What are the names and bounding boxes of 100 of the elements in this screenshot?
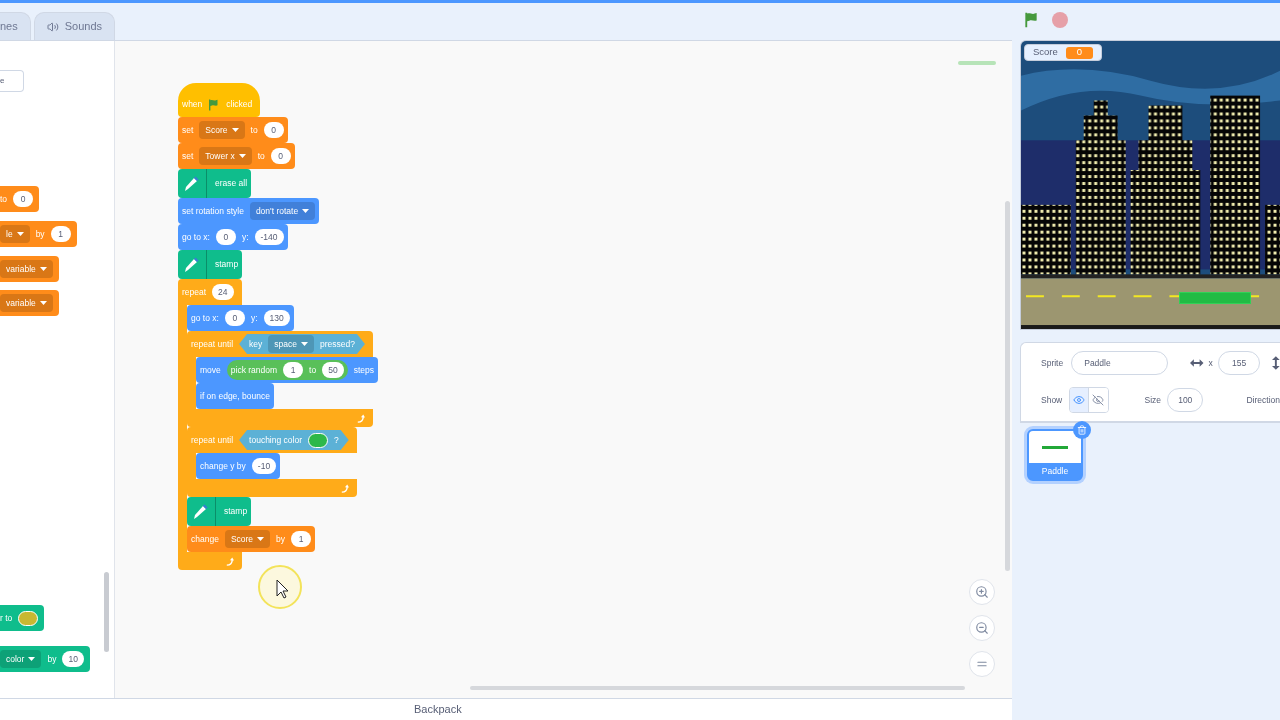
number-input[interactable]: 0 [215, 229, 236, 245]
pen-icon [182, 255, 200, 274]
code-block[interactable]: set rotation style don't rotate [178, 198, 320, 224]
caret-icon [231, 128, 239, 132]
number-input[interactable]: 50 [322, 362, 344, 378]
eye-off-icon [1092, 394, 1105, 406]
cursor-highlight-icon [257, 564, 303, 610]
number-input[interactable]: 1 [50, 226, 71, 242]
block-label: clicked [226, 98, 253, 111]
number-input[interactable]: 24 [212, 284, 234, 300]
code-block[interactable]: set Tower x to 0 [178, 143, 295, 169]
number-input[interactable]: -10 [251, 458, 277, 474]
scrollbar[interactable] [1005, 201, 1010, 571]
monitor-label: Score [1033, 45, 1058, 60]
caret-icon [238, 154, 246, 158]
x-label: x [1208, 356, 1213, 370]
block-label: r to [0, 611, 13, 625]
caret-icon [257, 537, 265, 541]
block-label: touching color [249, 433, 302, 447]
loop-arrow-icon [224, 556, 234, 566]
number-input[interactable]: 0 [263, 122, 284, 138]
block-label: repeat until [191, 433, 234, 447]
scrollbar[interactable] [104, 572, 109, 652]
dropdown[interactable]: don't rotate [249, 202, 316, 220]
trash-icon [1077, 425, 1087, 435]
code-block[interactable]: go to x: 0 y: -140 [178, 224, 288, 250]
vertical-arrows-icon [1272, 356, 1280, 370]
number-input[interactable]: -140 [254, 229, 284, 245]
scrollbar[interactable] [470, 686, 965, 690]
show-button[interactable] [1070, 388, 1090, 412]
show-label: Show [1041, 393, 1063, 407]
backpack-label[interactable]: Backpack [414, 701, 462, 718]
block-label: stamp [215, 258, 239, 271]
number-input[interactable]: 130 [263, 310, 290, 326]
number-input[interactable]: 1 [291, 531, 312, 547]
block-label: erase all [215, 177, 248, 190]
block-label: key [249, 337, 263, 351]
caret-icon [28, 657, 36, 661]
loop-block-header[interactable]: repeat 24 [178, 279, 242, 305]
block-label: set [182, 123, 194, 137]
block-label: when [182, 98, 203, 111]
block-label: ? [334, 433, 339, 447]
code-block[interactable]: to 0 [0, 186, 40, 212]
pen-icon [191, 502, 209, 521]
block-label: by [47, 652, 57, 666]
stage[interactable]: Score 0 [1020, 40, 1280, 330]
block-label: go to x: [182, 230, 210, 244]
sprite-label: Sprite [1041, 356, 1064, 370]
flag-icon [1024, 11, 1040, 28]
color-swatch[interactable] [308, 432, 328, 448]
caret-icon [301, 342, 308, 346]
caret-icon [39, 301, 47, 305]
color-swatch[interactable] [18, 610, 39, 626]
block-label: by [35, 227, 45, 241]
caret-icon [16, 232, 24, 236]
flag-icon [208, 99, 221, 111]
number-input[interactable]: 0 [270, 148, 291, 164]
pen-icon [182, 174, 200, 193]
block-label: set rotation style [182, 204, 244, 218]
code-block[interactable]: set Score to 0 [178, 117, 288, 143]
code-block[interactable]: le by 1 [0, 221, 77, 247]
sprite-thumbnail [1042, 445, 1068, 449]
make-variable-button[interactable]: e [0, 70, 24, 92]
caret-icon [302, 209, 310, 213]
block-label: set [182, 149, 194, 163]
zoom-in-button[interactable] [969, 579, 995, 605]
reset-zoom-button[interactable] [969, 651, 995, 677]
monitor-value: 0 [1065, 46, 1094, 59]
block-label: to [0, 192, 8, 206]
code-block[interactable]: go to x: 0 y: 130 [187, 305, 294, 331]
code-block[interactable]: change y by -10 [196, 453, 281, 479]
block-label: y: [250, 311, 258, 325]
code-block[interactable]: move pick random 1 to 50 steps [196, 357, 378, 383]
tab[interactable]: nes [0, 12, 31, 40]
code-block[interactable]: change Score by 1 [187, 526, 316, 552]
hide-button[interactable] [1089, 388, 1108, 412]
reporter-block[interactable]: pick random 1 to 50 [226, 360, 348, 380]
zoom-in-icon [975, 585, 989, 599]
code-block[interactable]: color by 10 [0, 646, 90, 672]
number-input[interactable]: 0 [224, 310, 245, 326]
block-label: to [309, 363, 317, 377]
stop-button[interactable] [1052, 11, 1068, 28]
number-input[interactable]: 1 [283, 362, 304, 378]
run-button[interactable] [1024, 11, 1040, 28]
zoom-out-button[interactable] [969, 615, 995, 641]
size-label: Size [1144, 393, 1162, 407]
block-label: stamp [224, 505, 248, 518]
block-label: to [257, 149, 265, 163]
delete-button[interactable] [1073, 421, 1091, 439]
block-label: go to x: [191, 311, 219, 325]
block-label: pick random [230, 363, 278, 377]
loop-arrow-icon [355, 413, 365, 423]
horizontal-arrows-icon [1190, 359, 1204, 367]
tab[interactable]: Sounds [33, 12, 116, 40]
block-label: pressed? [320, 337, 355, 351]
highlight-bar [958, 61, 996, 65]
paddle-sprite[interactable] [1179, 292, 1251, 304]
number-input[interactable]: 0 [13, 191, 34, 207]
eye-icon [1073, 394, 1086, 406]
number-input[interactable]: 10 [62, 651, 84, 667]
